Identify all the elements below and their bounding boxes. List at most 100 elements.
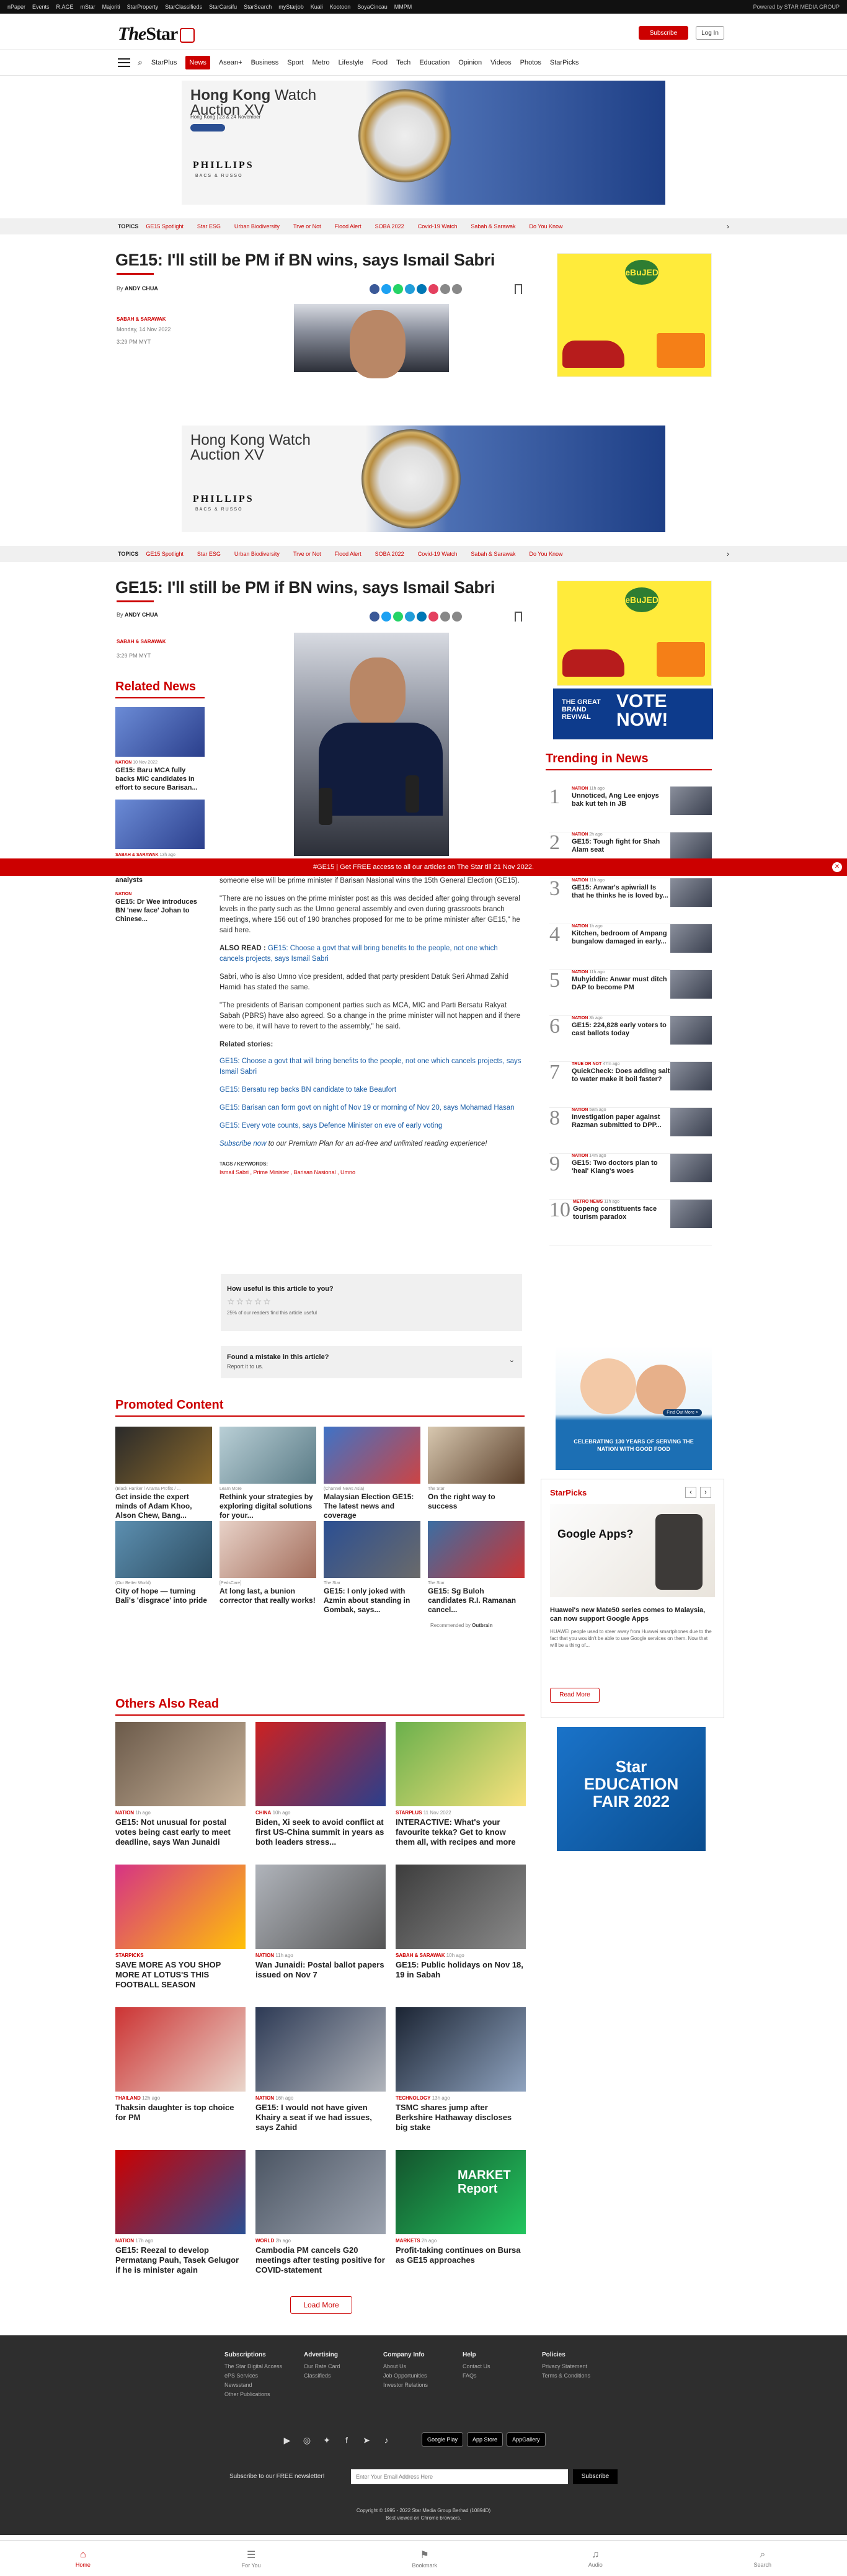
trending-item[interactable]: 10 METRO NEWS 11h ago Gopeng constituents …	[549, 1200, 712, 1246]
nav-item-food[interactable]: Food	[372, 59, 388, 66]
related-news-card[interactable]: NATION GE15: Dr Wee introduces BN 'new f…	[115, 892, 205, 924]
telegram-icon[interactable]	[405, 612, 415, 622]
others-card[interactable]: TECHNOLOGY 13h ago TSMC shares jump after…	[396, 2007, 526, 2133]
trending-item[interactable]: 4 NATION 1h ago Kitchen, bedroom of Ampang…	[549, 924, 712, 970]
footer-link[interactable]: Terms & Conditions	[542, 2373, 621, 2379]
promo-bar[interactable]: #GE15 | Get FREE access to all our artic…	[0, 858, 847, 876]
subscribe-button[interactable]: Subscribe	[639, 26, 688, 40]
chevron-down-icon[interactable]: ⌄	[509, 1356, 515, 1364]
others-headline[interactable]: Wan Junaidi: Postal ballot papers issued…	[255, 1960, 386, 1980]
others-card[interactable]: STARPICKS SAVE MORE AS YOU SHOP MORE AT …	[115, 1865, 246, 1990]
email-icon[interactable]	[440, 612, 450, 622]
twitter-icon[interactable]: ✦	[320, 2433, 334, 2447]
promoted-headline[interactable]: GE15: I only joked with Azmin about stan…	[324, 1587, 420, 1615]
topic-link[interactable]: Sabah & Sarawak	[471, 551, 515, 557]
utility-link[interactable]: Events	[32, 4, 50, 10]
utility-link[interactable]: StarCarsifu	[209, 4, 237, 10]
utility-link[interactable]: MMPM	[394, 4, 412, 10]
topic-link[interactable]: Covid-19 Watch	[418, 551, 458, 557]
twitter-icon[interactable]	[381, 612, 391, 622]
topic-link[interactable]: Star ESG	[197, 551, 221, 557]
author-link[interactable]: ANDY CHUA	[125, 285, 158, 292]
trending-item[interactable]: 6 NATION 3h ago GE15: 224,828 early voters…	[549, 1016, 712, 1062]
banner-ad-second[interactable]: Hong Kong Watch Auction XV PHILLIPS BACS …	[182, 426, 665, 532]
others-card[interactable]: NATION 11h ago Wan Junaidi: Postal ballot…	[255, 1865, 386, 1980]
bottom-nav-audio[interactable]: ♫ Audio	[588, 2549, 603, 2568]
reddit-icon[interactable]	[428, 284, 438, 294]
load-more-button[interactable]: Load More	[290, 2296, 352, 2314]
menu-icon[interactable]	[118, 58, 130, 67]
promoted-card[interactable]: The Star GE15: I only joked with Azmin ab…	[324, 1521, 420, 1615]
footer-link[interactable]: Privacy Statement	[542, 2363, 621, 2369]
topic-link[interactable]: Sabah & Sarawak	[471, 223, 515, 230]
nav-item-opinion[interactable]: Opinion	[458, 59, 482, 66]
utility-link[interactable]: mStar	[81, 4, 95, 10]
utility-link[interactable]: StarProperty	[127, 4, 159, 10]
article-category[interactable]: SABAH & SARAWAK	[117, 639, 166, 644]
newsletter-email-input[interactable]	[351, 2469, 568, 2484]
side-ad-brand-revival[interactable]: THE GREAT BRAND REVIVAL VOTE NOW!	[553, 689, 713, 739]
others-card[interactable]: THAILAND 12h ago Thaksin daughter is top …	[115, 2007, 246, 2123]
related-news-headline[interactable]: GE15: Dr Wee introduces BN 'new face' Jo…	[115, 898, 205, 924]
utility-link[interactable]: Majoriti	[102, 4, 120, 10]
others-card[interactable]: NATION 17h ago GE15: Reezal to develop Pe…	[115, 2150, 246, 2275]
side-ad-ebujed[interactable]: eBuJED	[557, 253, 712, 377]
print-icon[interactable]	[452, 284, 462, 294]
side-ad-cny[interactable]: Find Out More > CELEBRATING 130 YEARS OF…	[556, 1346, 712, 1470]
topic-link[interactable]: Urban Biodiversity	[234, 223, 280, 230]
topic-link[interactable]: Urban Biodiversity	[234, 551, 280, 557]
site-logo[interactable]: TheStar	[118, 24, 195, 45]
utility-links[interactable]: nPaper Events R.AGE mStar Majoriti StarProper…	[7, 4, 419, 10]
side-ad-education-fair[interactable]: Star EDUCATION FAIR 2022	[557, 1727, 706, 1851]
others-headline[interactable]: GE15: Public holidays on Nov 18, 19 in S…	[396, 1960, 526, 1980]
topic-link[interactable]: Flood Alert	[335, 551, 361, 557]
close-icon[interactable]: ✕	[832, 862, 842, 872]
author-link[interactable]: ANDY CHUA	[125, 612, 158, 618]
telegram-icon[interactable]	[405, 284, 415, 294]
trending-headline[interactable]: GE15: Anwar's apiwriall Is that he think…	[572, 884, 670, 900]
promoted-card[interactable]: (Channel News Asia) Malaysian Election GE…	[324, 1427, 420, 1520]
nav-item-tech[interactable]: Tech	[396, 59, 410, 66]
trending-headline[interactable]: QuickCheck: Does adding salt to water ma…	[572, 1067, 670, 1084]
related-story-link[interactable]: GE15: Bersatu rep backs BN candidate to …	[220, 1085, 523, 1095]
nav-item-photos[interactable]: Photos	[520, 59, 541, 66]
promoted-headline[interactable]: At long last, a bunion corrector that re…	[220, 1587, 316, 1605]
others-headline[interactable]: TSMC shares jump after Berkshire Hathawa…	[396, 2103, 526, 2133]
email-icon[interactable]	[440, 284, 450, 294]
nav-item-asean-[interactable]: Asean+	[219, 59, 242, 66]
instagram-icon[interactable]: ◎	[300, 2433, 314, 2447]
bottom-nav-home[interactable]: ⌂ Home	[76, 2549, 91, 2568]
promoted-headline[interactable]: On the right way to success	[428, 1492, 525, 1511]
related-story-link[interactable]: GE15: Barisan can form govt on night of …	[220, 1103, 523, 1113]
footer-link[interactable]: Other Publications	[224, 2391, 304, 2397]
topic-link[interactable]: SOBA 2022	[375, 223, 404, 230]
topic-link[interactable]: Trve or Not	[293, 551, 321, 557]
others-card[interactable]: CHINA 10h ago Biden, Xi seek to avoid con…	[255, 1722, 386, 1847]
promoted-card[interactable]: The Star GE15: Sg Buloh candidates R.I. R…	[428, 1521, 525, 1615]
tiktok-icon[interactable]: ♪	[379, 2433, 393, 2447]
promoted-headline[interactable]: Malaysian Election GE15: The latest news…	[324, 1492, 420, 1520]
footer-link[interactable]: Our Rate Card	[304, 2363, 383, 2369]
facebook-icon[interactable]	[370, 284, 379, 294]
login-button[interactable]: Log In	[696, 26, 724, 40]
utility-link[interactable]: SoyaCincau	[357, 4, 388, 10]
topic-link[interactable]: GE15 Spotlight	[146, 223, 184, 230]
trending-headline[interactable]: Gopeng constituents face tourism paradox	[573, 1205, 670, 1221]
others-headline[interactable]: GE15: Reezal to develop Permatang Pauh, …	[115, 2245, 246, 2275]
footer-link[interactable]: Newsstand	[224, 2382, 304, 2388]
trending-headline[interactable]: GE15: Tough fight for Shah Alam seat	[572, 838, 670, 854]
footer-link[interactable]: FAQs	[463, 2373, 542, 2379]
trending-headline[interactable]: Muhyiddin: Anwar must ditch DAP to becom…	[572, 976, 670, 992]
app-store-badge[interactable]: App Store	[467, 2432, 503, 2447]
nav-item-news[interactable]: News	[185, 55, 210, 69]
bottom-nav-for-you[interactable]: ☰ For You	[242, 2549, 261, 2569]
footer-link[interactable]: Contact Us	[463, 2363, 542, 2369]
app-store-badge[interactable]: AppGallery	[507, 2432, 546, 2447]
side-ad-ebujed[interactable]: eBuJED	[557, 581, 712, 686]
others-card[interactable]: SABAH & SARAWAK 10h ago GE15: Public holi…	[396, 1865, 526, 1980]
topic-link[interactable]: Covid-19 Watch	[418, 223, 458, 230]
trending-item[interactable]: 1 NATION 11h ago Unnoticed, Ang Lee enjoys…	[549, 787, 712, 832]
chevron-right-icon[interactable]: ›	[727, 222, 729, 231]
tags[interactable]: Ismail Sabri , Prime Minister , Barisan …	[220, 1168, 523, 1177]
footer-link[interactable]: About Us	[383, 2363, 463, 2369]
